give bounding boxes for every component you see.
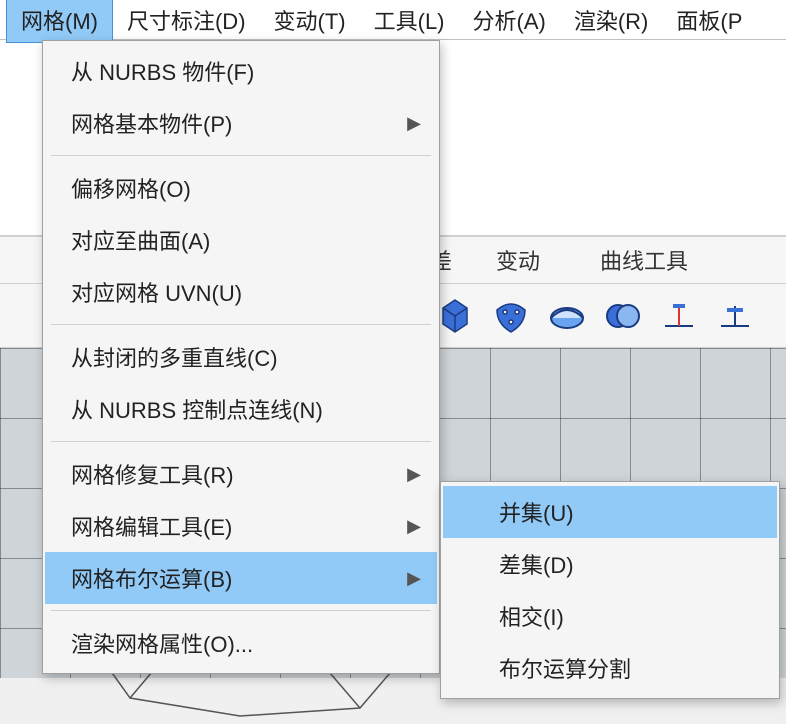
submenu-item-label: 布尔运算分割 [499, 652, 631, 684]
menu-separator [51, 441, 431, 442]
boolean-icon[interactable] [600, 293, 646, 339]
submenu-union[interactable]: 并集(U) [443, 486, 777, 538]
menu-item-label: 网格编辑工具(E) [71, 510, 232, 542]
shell-icon[interactable] [544, 293, 590, 339]
menu-apply-to-surface[interactable]: 对应至曲面(A) [45, 214, 437, 266]
menubar-item-render[interactable]: 渲染(R) [560, 0, 663, 42]
mesh-deform-icon[interactable] [488, 293, 534, 339]
submenu-item-label: 差集(D) [499, 548, 574, 580]
menu-separator [51, 324, 431, 325]
menubar-item-analyze[interactable]: 分析(A) [459, 0, 560, 42]
tab-transform[interactable]: 变动 [466, 238, 570, 282]
menu-from-closed-polyline[interactable]: 从封闭的多重直线(C) [45, 331, 437, 383]
menu-item-label: 对应网格 UVN(U) [71, 276, 242, 308]
mesh-boolean-submenu: 并集(U) 差集(D) 相交(I) 布尔运算分割 [440, 481, 780, 699]
menubar-item-transform[interactable]: 变动(T) [260, 0, 360, 42]
chevron-right-icon: ▶ [407, 568, 421, 589]
menubar-item-mesh[interactable]: 网格(M) [6, 0, 113, 43]
menu-from-nurbs-control-polygon[interactable]: 从 NURBS 控制点连线(N) [45, 383, 437, 435]
tool-b-icon[interactable] [712, 293, 758, 339]
submenu-boolean-split[interactable]: 布尔运算分割 [443, 642, 777, 694]
menu-from-nurbs-object[interactable]: 从 NURBS 物件(F) [45, 45, 437, 97]
menu-offset-mesh[interactable]: 偏移网格(O) [45, 162, 437, 214]
mesh-menu-dropdown: 从 NURBS 物件(F) 网格基本物件(P) ▶ 偏移网格(O) 对应至曲面(… [42, 40, 440, 674]
menu-mesh-repair-tools[interactable]: 网格修复工具(R) ▶ [45, 448, 437, 500]
menu-item-label: 网格修复工具(R) [71, 458, 234, 490]
tab-curve-tools[interactable]: 曲线工具 [570, 238, 718, 282]
menu-item-label: 从封闭的多重直线(C) [71, 341, 278, 373]
menubar-item-tools[interactable]: 工具(L) [360, 0, 459, 42]
menubar: 网格(M) 尺寸标注(D) 变动(T) 工具(L) 分析(A) 渲染(R) 面板… [0, 0, 786, 40]
submenu-item-label: 并集(U) [499, 496, 574, 528]
menu-item-label: 从 NURBS 物件(F) [71, 55, 254, 87]
menu-item-label: 从 NURBS 控制点连线(N) [71, 393, 323, 425]
menu-item-label: 对应至曲面(A) [71, 224, 210, 256]
chevron-right-icon: ▶ [407, 516, 421, 537]
menubar-item-dimension[interactable]: 尺寸标注(D) [113, 0, 260, 42]
menu-mesh-edit-tools[interactable]: 网格编辑工具(E) ▶ [45, 500, 437, 552]
chevron-right-icon: ▶ [407, 113, 421, 134]
menu-apply-mesh-uvn[interactable]: 对应网格 UVN(U) [45, 266, 437, 318]
chevron-right-icon: ▶ [407, 464, 421, 485]
menu-item-label: 网格布尔运算(B) [71, 562, 232, 594]
menu-render-mesh-properties[interactable]: 渲染网格属性(O)... [45, 617, 437, 669]
tool-a-icon[interactable] [656, 293, 702, 339]
menu-item-label: 渲染网格属性(O)... [71, 627, 253, 659]
menubar-item-panel[interactable]: 面板(P [662, 0, 756, 42]
menu-item-label: 偏移网格(O) [71, 172, 191, 204]
menu-separator [51, 610, 431, 611]
submenu-intersection[interactable]: 相交(I) [443, 590, 777, 642]
menu-mesh-boolean[interactable]: 网格布尔运算(B) ▶ [45, 552, 437, 604]
menu-item-label: 网格基本物件(P) [71, 107, 232, 139]
menu-mesh-primitives[interactable]: 网格基本物件(P) ▶ [45, 97, 437, 149]
submenu-item-label: 相交(I) [499, 600, 564, 632]
submenu-difference[interactable]: 差集(D) [443, 538, 777, 590]
menu-separator [51, 155, 431, 156]
